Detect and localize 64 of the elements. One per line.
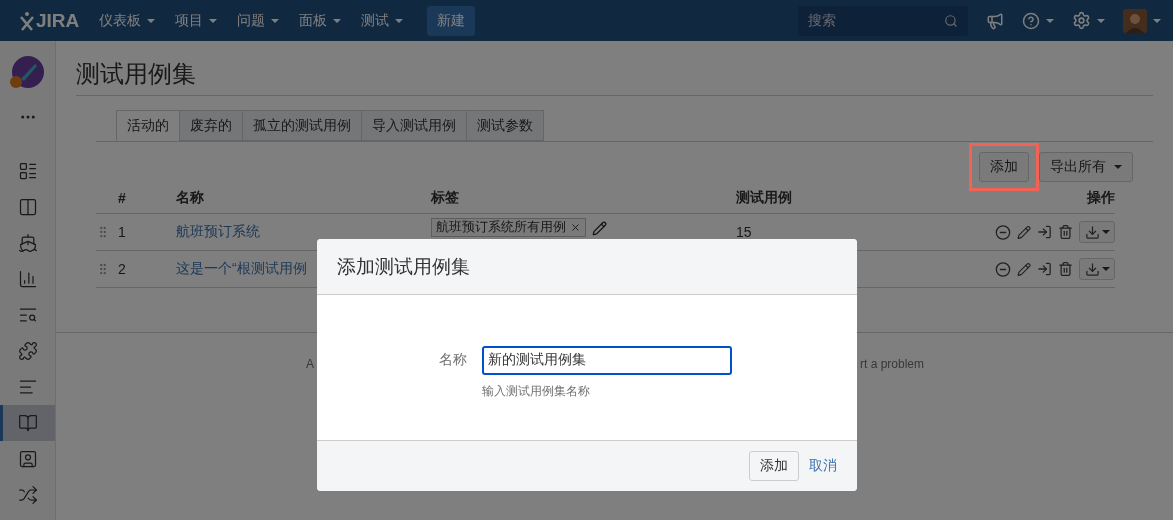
settings-icon[interactable] — [1072, 11, 1091, 30]
delete-icon[interactable] — [1058, 261, 1074, 277]
delete-icon[interactable] — [1058, 224, 1074, 240]
board-icon — [17, 197, 38, 217]
edit-icon[interactable] — [1016, 261, 1032, 277]
nav-menu[interactable]: 仪表板 — [99, 11, 156, 30]
submit-button[interactable]: 添加 — [749, 451, 799, 481]
tab[interactable]: 导入测试用例 — [361, 110, 467, 141]
column-header: 操作 — [995, 182, 1115, 214]
remove-icon[interactable] — [570, 221, 581, 233]
user-avatar[interactable] — [1123, 8, 1147, 33]
ship-icon — [17, 233, 38, 253]
edit-icon[interactable] — [1016, 224, 1032, 240]
tab[interactable]: 活动的 — [116, 110, 180, 141]
export-all-button[interactable]: 导出所有 — [1039, 152, 1133, 182]
edit-icon[interactable] — [592, 220, 607, 236]
download-menu-button[interactable] — [1079, 221, 1115, 243]
tab[interactable]: 测试参数 — [466, 110, 544, 141]
megaphone-icon[interactable] — [986, 11, 1004, 30]
nav-menu[interactable]: 问题 — [237, 11, 280, 30]
nav-menu[interactable]: 测试 — [361, 11, 404, 30]
project-avatar[interactable] — [8, 55, 45, 91]
help-icon[interactable] — [1022, 11, 1040, 30]
cancel-link[interactable]: 取消 — [809, 457, 837, 475]
shuffle-icon — [17, 485, 38, 505]
table-cell: 1 — [118, 214, 176, 251]
puzzle-icon — [17, 341, 38, 361]
dialog-title: 添加测试用例集 — [317, 239, 857, 295]
field-label: 名称 — [439, 351, 467, 369]
suite-link[interactable]: 航班预订系统 — [176, 223, 260, 241]
roadmap-icon — [17, 161, 38, 181]
footer-text: rt a problem — [860, 357, 925, 371]
download-menu-button[interactable] — [1079, 258, 1115, 280]
jira-logo[interactable]: JIRA — [20, 9, 80, 32]
field-hint: 输入测试用例集名称 — [482, 382, 591, 400]
create-button[interactable]: 新建 — [427, 5, 476, 36]
column-header: 标签 — [431, 182, 736, 214]
add-button[interactable]: 添加 — [979, 152, 1029, 182]
download-icon — [1084, 261, 1100, 277]
nav-menu[interactable]: 面板 — [299, 11, 342, 30]
bar-chart-icon — [17, 269, 38, 289]
disable-icon[interactable] — [995, 223, 1011, 241]
column-header: 测试用例 — [736, 182, 995, 214]
download-icon — [1084, 224, 1100, 240]
contact-card-icon — [17, 449, 38, 469]
column-header: 名称 — [176, 182, 431, 214]
table-cell: 2 — [118, 251, 176, 288]
tab[interactable]: 孤立的测试用例 — [242, 110, 362, 141]
suite-link[interactable]: 这是一个“根测试用例 — [176, 260, 307, 278]
move-icon[interactable] — [1037, 224, 1053, 240]
search-icon[interactable] — [944, 13, 958, 28]
tab[interactable]: 废弃的 — [179, 110, 243, 141]
table-cell: 15 — [736, 224, 752, 240]
nav-menu[interactable]: 项目 — [175, 11, 218, 30]
move-icon[interactable] — [1037, 261, 1053, 277]
footer-text: A — [306, 357, 314, 371]
search-field[interactable]: 搜索 — [798, 5, 968, 36]
book-icon — [17, 413, 38, 433]
page-title: 测试用例集 — [76, 59, 1153, 96]
sidebar-item[interactable] — [0, 405, 55, 441]
name-field[interactable]: 新的测试用例集 — [482, 345, 732, 375]
disable-icon[interactable] — [995, 260, 1011, 278]
label-tag: 航班预订系统所有用例 — [431, 217, 586, 237]
column-header: # — [118, 182, 176, 214]
